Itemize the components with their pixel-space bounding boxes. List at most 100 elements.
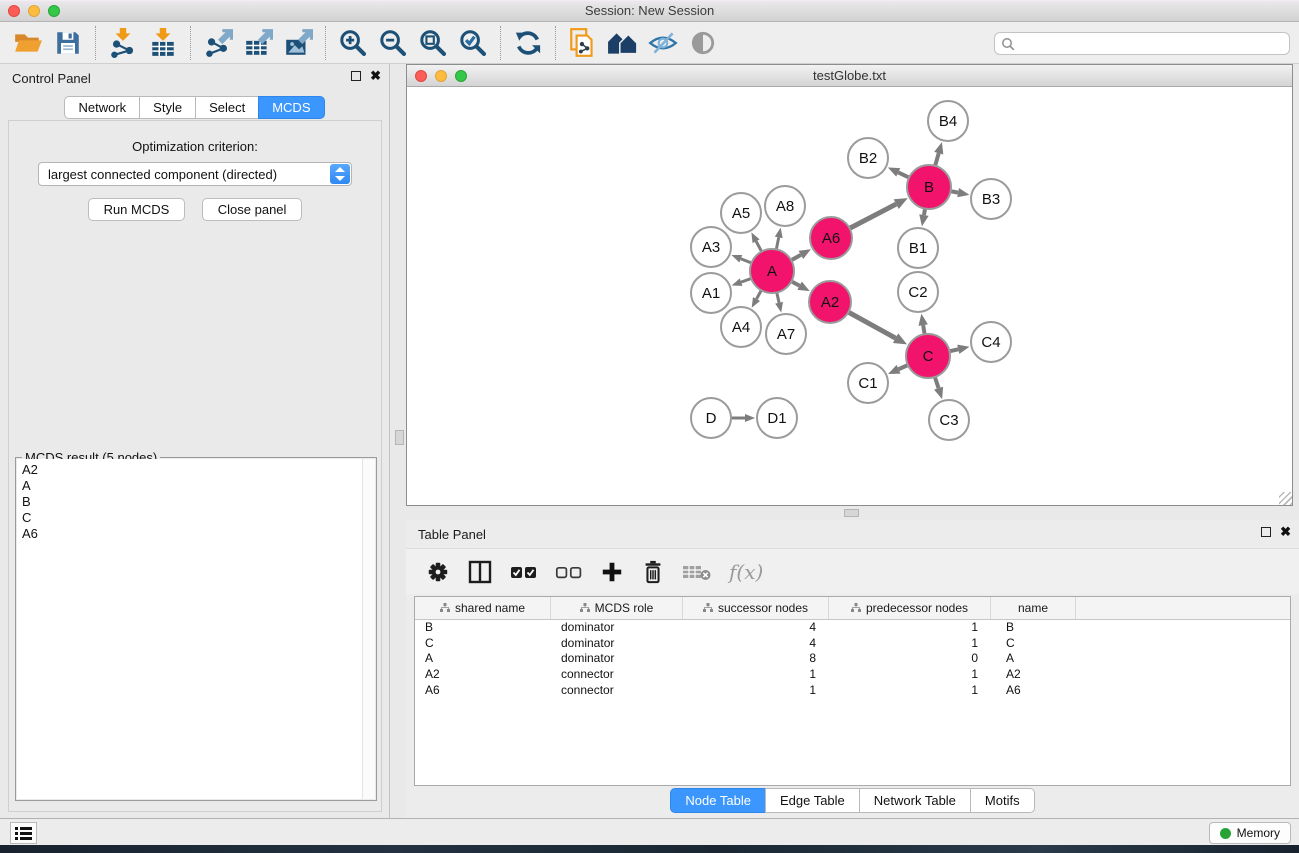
horizontal-splitter-handle[interactable] <box>844 509 859 517</box>
edge-arrowhead <box>934 387 943 399</box>
network-graph[interactable]: B4B2BB3A5A8A6A3B1AA1C2A2A4A7CC4C1C3DD1 <box>407 87 1292 505</box>
table-cell <box>1076 636 1290 652</box>
column-type-icon <box>580 603 590 613</box>
float-table-panel-icon[interactable] <box>1261 527 1271 537</box>
table-cell: 1 <box>829 667 991 683</box>
float-panel-icon[interactable] <box>351 71 361 81</box>
table-tabs: Node TableEdge TableNetwork TableMotifs <box>670 788 1034 813</box>
close-panel-button[interactable]: Close panel <box>202 198 303 221</box>
table-cell: 1 <box>829 636 991 652</box>
table-cell: C <box>991 636 1076 652</box>
list-scrollbar[interactable] <box>362 459 375 799</box>
close-table-panel-icon[interactable]: ✖ <box>1280 527 1291 537</box>
mcds-result-item[interactable]: C <box>22 510 375 526</box>
tab-edge-table[interactable]: Edge Table <box>765 788 860 813</box>
zoom-out-button[interactable] <box>373 25 413 61</box>
export-network-button[interactable] <box>198 25 238 61</box>
mcds-result-item[interactable]: A <box>22 478 375 494</box>
zoom-in-button[interactable] <box>333 25 373 61</box>
mcds-result-list[interactable]: A2ABCA6 <box>17 459 375 799</box>
hide-graphics-button[interactable] <box>643 25 683 61</box>
search-input[interactable] <box>1019 34 1289 53</box>
toolbar-separator <box>555 26 556 60</box>
zoom-selected-button[interactable] <box>453 25 493 61</box>
control-panel-title: Control Panel <box>12 71 91 86</box>
gear-icon <box>426 560 450 584</box>
save-session-button[interactable] <box>48 25 88 61</box>
column-header-shared-name[interactable]: shared name <box>415 597 551 619</box>
close-panel-icon[interactable]: ✖ <box>370 71 381 81</box>
table-row[interactable]: Adominator80A <box>415 651 1290 667</box>
mcds-result-item[interactable]: B <box>22 494 375 510</box>
zoom-fit-button[interactable] <box>413 25 453 61</box>
toolbar-separator <box>190 26 191 60</box>
table-row[interactable]: Cdominator41C <box>415 636 1290 652</box>
table-settings-button[interactable] <box>426 560 450 584</box>
function-builder-button[interactable]: f(x) <box>729 560 763 584</box>
edge-arrowhead <box>919 214 928 226</box>
home-button[interactable] <box>603 25 643 61</box>
table-row[interactable]: Bdominator41B <box>415 620 1290 636</box>
column-chooser-button[interactable] <box>467 560 493 584</box>
column-header-filler <box>1076 597 1290 619</box>
clone-network-button[interactable] <box>563 25 603 61</box>
tab-network[interactable]: Network <box>64 96 140 119</box>
tab-mcds[interactable]: MCDS <box>258 96 324 119</box>
mcds-result-item[interactable]: A2 <box>22 462 375 478</box>
tab-node-table[interactable]: Node Table <box>670 788 766 813</box>
select-all-button[interactable] <box>510 560 538 584</box>
tab-motifs[interactable]: Motifs <box>970 788 1035 813</box>
column-type-icon <box>851 603 861 613</box>
export-image-button[interactable] <box>278 25 318 61</box>
import-network-button[interactable] <box>103 25 143 61</box>
column-header-successor-nodes[interactable]: successor nodes <box>683 597 829 619</box>
add-column-button[interactable] <box>600 560 624 584</box>
criterion-dropdown[interactable]: largest connected component (directed) <box>38 162 352 186</box>
status-bar: Memory <box>0 818 1299 845</box>
tab-select[interactable]: Select <box>195 96 259 119</box>
table-cell: dominator <box>551 636 683 652</box>
export-image-icon <box>283 28 313 58</box>
table-row[interactable]: A2connector11A2 <box>415 667 1290 683</box>
refresh-button[interactable] <box>508 25 548 61</box>
task-history-button[interactable] <box>10 822 37 844</box>
node-label: B4 <box>939 113 957 130</box>
table-cell: 4 <box>683 636 829 652</box>
table-cell: connector <box>551 683 683 699</box>
column-header-predecessor-nodes[interactable]: predecessor nodes <box>829 597 991 619</box>
delete-column-button[interactable] <box>641 559 665 585</box>
table-cell <box>1076 667 1290 683</box>
checked-boxes-icon <box>510 560 538 584</box>
toolbar-separator <box>500 26 501 60</box>
open-session-button[interactable] <box>8 25 48 61</box>
import-table-icon <box>148 28 178 58</box>
node-label: C <box>923 348 934 365</box>
table-cell: 8 <box>683 651 829 667</box>
resize-grip[interactable] <box>1279 492 1292 505</box>
deselect-all-button[interactable] <box>555 560 583 584</box>
network-canvas[interactable]: B4B2BB3A5A8A6A3B1AA1C2A2A4A7CC4C1C3DD1 <box>407 87 1292 505</box>
column-header-MCDS-role[interactable]: MCDS role <box>551 597 683 619</box>
edge-arrowhead <box>957 345 969 354</box>
run-mcds-button[interactable]: Run MCDS <box>88 198 186 221</box>
memory-button[interactable]: Memory <box>1209 822 1291 844</box>
tab-network-table[interactable]: Network Table <box>859 788 971 813</box>
session-title: Session: New Session <box>0 3 1299 18</box>
mcds-result-item[interactable]: A6 <box>22 526 375 542</box>
toolbar-separator <box>95 26 96 60</box>
import-table-button[interactable] <box>143 25 183 61</box>
node-label: C3 <box>939 412 958 429</box>
tab-style[interactable]: Style <box>139 96 196 119</box>
column-header-name[interactable]: name <box>991 597 1076 619</box>
delete-table-button[interactable] <box>682 561 712 583</box>
table-row[interactable]: A6connector11A6 <box>415 683 1290 699</box>
eye-slash-icon <box>647 29 679 57</box>
export-table-button[interactable] <box>238 25 278 61</box>
node-table[interactable]: shared nameMCDS rolesuccessor nodesprede… <box>414 596 1291 786</box>
home-icon <box>607 29 639 57</box>
search-field[interactable] <box>994 32 1290 55</box>
vertical-splitter-handle[interactable] <box>395 430 404 445</box>
show-graphics-button[interactable] <box>683 25 723 61</box>
node-label: B3 <box>982 191 1000 208</box>
table-toolbar: f(x) <box>406 548 1299 594</box>
